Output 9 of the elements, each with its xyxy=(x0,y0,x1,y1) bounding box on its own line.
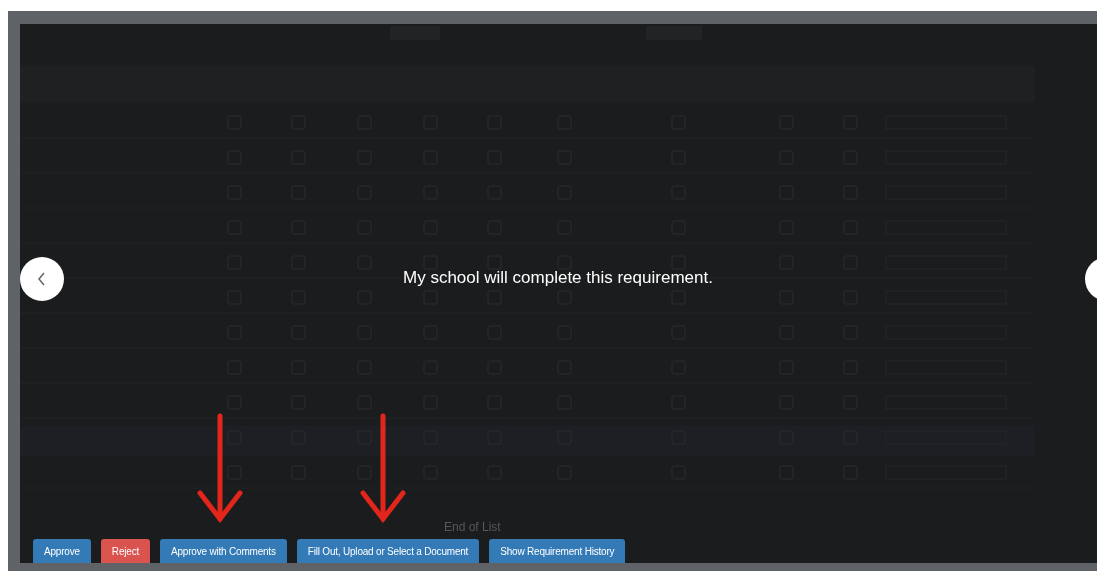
chevron-left-icon xyxy=(36,271,48,287)
end-of-list-text: End of List xyxy=(444,520,501,534)
slide-caption: My school will complete this requirement. xyxy=(403,268,713,288)
action-button[interactable]: Fill Out, Upload or Select a Document xyxy=(296,539,480,563)
action-button[interactable]: Show Requirement History xyxy=(489,539,626,563)
reject-button[interactable]: Reject xyxy=(100,539,150,563)
previous-button[interactable] xyxy=(20,257,64,301)
action-button[interactable]: Approve xyxy=(33,539,91,563)
action-button[interactable]: Approve with Comments xyxy=(160,539,287,563)
